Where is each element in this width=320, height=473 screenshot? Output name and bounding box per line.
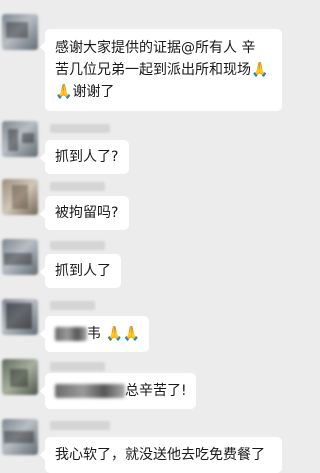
message-text: 感谢大家提供的证据@所有人 辛	[55, 40, 256, 56]
sender-name	[50, 124, 110, 133]
chat-window[interactable]: 感谢大家提供的证据@所有人 辛 苦几位兄弟一起到派出所和现场🙏 🙏谢谢了 抓到人…	[0, 0, 298, 473]
avatar[interactable]	[2, 239, 38, 275]
praying-hands-icon: 🙏	[251, 62, 269, 78]
message-text: 苦几位兄弟一起到派出所和现场🙏	[55, 59, 272, 81]
message-bubble-4[interactable]: 抓到人了	[40, 254, 121, 288]
avatar[interactable]	[2, 419, 38, 455]
praying-hands-icon: 🙏🙏	[105, 326, 141, 342]
avatar[interactable]	[2, 359, 38, 395]
avatar[interactable]	[2, 121, 38, 157]
message-bubble-5[interactable]: 韦 🙏🙏	[40, 316, 149, 352]
sender-name	[50, 182, 105, 191]
message-text: 韦	[87, 326, 101, 342]
message-text: 总辛苦了!	[125, 383, 187, 399]
sender-name	[50, 241, 105, 250]
sender-name	[50, 362, 105, 371]
message-text: 抓到人了	[55, 263, 111, 279]
message-text: 被拘留吗?	[55, 205, 119, 221]
message-bubble-7[interactable]: 我心软了，就没送他去吃免费餐了	[40, 437, 282, 473]
avatar[interactable]	[2, 299, 38, 335]
praying-hands-icon: 🙏	[55, 84, 73, 100]
redacted-text	[55, 327, 87, 341]
message-text: 🙏谢谢了	[55, 81, 272, 103]
sender-name	[50, 301, 95, 310]
avatar[interactable]	[2, 14, 38, 50]
message-bubble-2[interactable]: 抓到人了?	[40, 140, 129, 174]
redacted-text	[55, 384, 125, 398]
avatar[interactable]	[2, 179, 38, 215]
message-text: 抓到人了?	[55, 149, 119, 165]
message-text: 我心软了，就没送他去吃免费餐了	[55, 447, 265, 463]
message-bubble-6[interactable]: 总辛苦了!	[40, 373, 196, 409]
sender-name	[50, 421, 110, 430]
message-bubble-1[interactable]: 感谢大家提供的证据@所有人 辛 苦几位兄弟一起到派出所和现场🙏 🙏谢谢了	[40, 29, 282, 111]
message-bubble-3[interactable]: 被拘留吗?	[40, 196, 129, 230]
